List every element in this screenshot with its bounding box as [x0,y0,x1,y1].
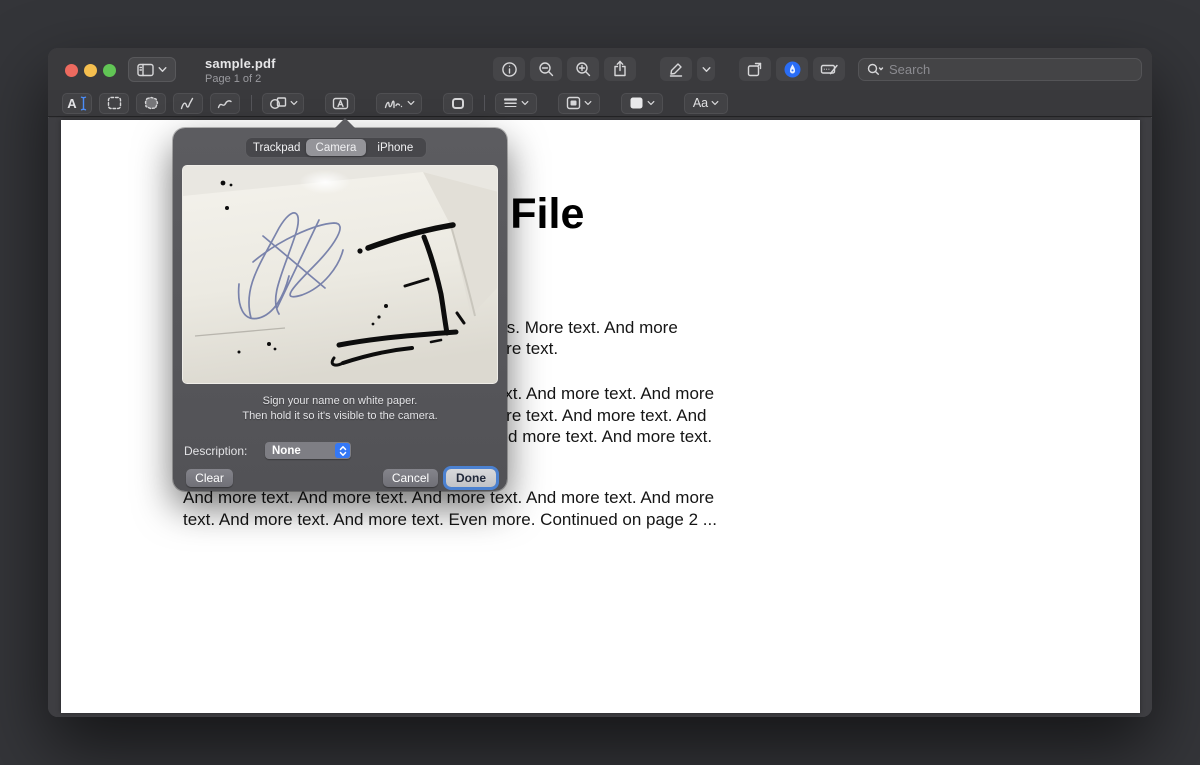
border-color-control[interactable] [558,92,600,114]
shapes-tool[interactable] [262,92,304,114]
zoom-in-button[interactable] [567,57,599,81]
sketch-tool[interactable] [173,92,203,114]
note-icon [452,97,464,109]
rect-selection-icon [107,96,121,110]
toolbar-divider [484,95,485,111]
signature-icon [384,100,402,108]
zoom-window-button[interactable] [103,64,116,77]
rotate-icon [747,62,762,76]
chevron-down-icon [158,67,167,72]
zoom-out-button[interactable] [530,57,562,81]
text-selection-tool[interactable]: A [62,92,92,114]
rotate-button[interactable] [739,57,771,81]
share-button[interactable] [604,57,636,81]
window-title-block: sample.pdf Page 1 of 2 [205,56,276,85]
description-row: Description: None [184,442,351,460]
fill-color-control[interactable] [621,92,663,114]
highlighter-icon [669,62,683,77]
description-value: None [272,444,301,457]
done-button[interactable]: Done [446,469,496,487]
chevron-down-icon [702,66,710,72]
chevron-down-icon [521,100,529,106]
instruction-line: Sign your name on white paper. [262,395,418,407]
dropdown-stepper-icon [335,443,350,458]
markup-toolbar: A Aa [48,90,1152,117]
line-style-control[interactable] [495,92,537,114]
line-weight-icon [503,98,518,107]
text-tool-letter: A [67,95,77,111]
form-fill-button[interactable] [813,57,845,81]
chevron-down-icon [711,100,719,106]
form-fill-icon [820,64,838,75]
info-icon [501,61,517,77]
markup-pen-icon [784,61,800,77]
close-window-button[interactable] [65,64,78,77]
signature-instructions: Sign your name on white paper. Then hold… [173,394,507,423]
info-button[interactable] [493,57,525,81]
zoom-in-icon [575,61,590,76]
sign-tool[interactable] [376,92,422,114]
highlight-button[interactable] [660,57,692,81]
markup-toolbar-toggle[interactable] [776,57,808,81]
chevron-down-icon [584,100,592,106]
chevron-down-icon [647,100,655,106]
instruction-line: Then hold it so it's visible to the came… [242,409,438,422]
text-cursor-icon [80,96,86,110]
text-style-control[interactable]: Aa [684,92,728,114]
search-placeholder: Search [889,61,931,77]
camera-preview [182,165,498,384]
paragraph-3: And more text. And more text. And more t… [183,487,823,530]
zoom-out-icon [538,61,553,76]
note-tool[interactable] [443,92,473,114]
signature-source-segmented-control: Trackpad Camera iPhone [245,137,427,158]
clear-button[interactable]: Clear [186,469,233,487]
tab-camera[interactable]: Camera [306,139,366,156]
title-bar: sample.pdf Page 1 of 2 Search [48,48,1152,90]
cancel-button[interactable]: Cancel [383,469,438,487]
sketch-icon [180,97,194,109]
chevron-down-icon [290,100,297,106]
highlight-options-button[interactable] [697,57,715,81]
description-dropdown[interactable]: None [265,442,351,459]
rectangular-selection-tool[interactable] [99,92,129,114]
page-indicator: Page 1 of 2 [205,73,262,85]
text-box-icon [332,97,348,109]
fill-color-icon [630,97,643,109]
sidebar-toggle-button[interactable] [128,57,176,82]
tab-trackpad[interactable]: Trackpad [247,139,306,156]
text-line: text. And more text. And more text. Even… [183,509,717,529]
smart-lasso-tool[interactable] [136,92,166,114]
chevron-down-icon [407,100,414,106]
minimize-window-button[interactable] [84,64,97,77]
toolbar-divider [251,95,252,111]
signature-capture-popover: Trackpad Camera iPhone Sign your name on… [173,118,507,491]
camera-preview-image [183,166,497,383]
draw-tool[interactable] [210,92,240,114]
share-icon [614,60,626,77]
document-title: sample.pdf [205,56,276,71]
search-input[interactable]: Search [858,57,1142,81]
shapes-icon [269,97,286,110]
tab-iphone[interactable]: iPhone [366,139,425,156]
smart-lasso-icon [144,96,158,110]
description-label: Description: [184,444,248,458]
text-box-tool[interactable] [325,92,355,114]
draw-icon [217,99,232,108]
preview-window: sample.pdf Page 1 of 2 Search A Aa File … [48,48,1152,717]
sidebar-icon [137,63,154,76]
search-icon [867,63,884,75]
text-style-label: Aa [692,96,709,110]
border-color-icon [566,96,581,110]
